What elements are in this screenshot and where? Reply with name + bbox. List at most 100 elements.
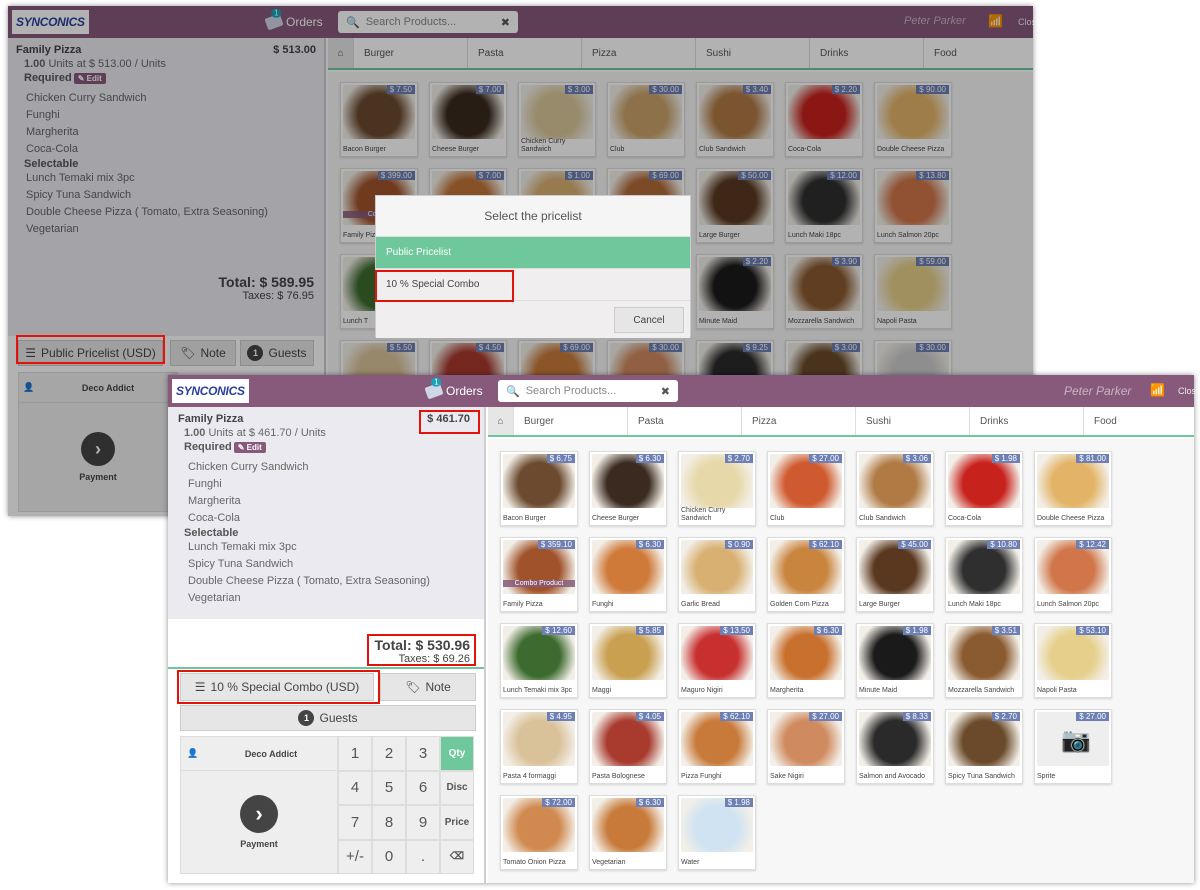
product-name: Pizza Funghi — [681, 773, 722, 780]
user-icon: 👤 — [187, 748, 199, 758]
order-panel: Family Pizza $ 461.70 1.00 Units at $ 46… — [168, 407, 486, 883]
product-card[interactable]: $ 72.00 Tomato Onion Pizza — [500, 795, 578, 870]
numpad-key[interactable]: 1 — [338, 736, 372, 771]
dialog-title: Select the pricelist — [376, 196, 690, 236]
numpad-key[interactable]: 3 — [406, 736, 440, 771]
product-card[interactable]: $ 359.10 Combo Product Family Pizza — [500, 537, 578, 612]
product-price: $ 6.30 — [635, 798, 664, 807]
product-card[interactable]: $ 2.70 Chicken Curry Sandwich — [678, 451, 756, 526]
product-price: $ 10.80 — [987, 540, 1020, 549]
numpad-key[interactable]: 9 — [406, 805, 440, 840]
product-price: $ 4.05 — [635, 712, 664, 721]
product-card[interactable]: $ 13.50 Maguro Nigiri — [678, 623, 756, 698]
numpad-key[interactable]: 6 — [406, 770, 440, 805]
camera-icon: 📷 — [1061, 727, 1091, 754]
product-card[interactable]: $ 5.85 Maggi — [589, 623, 667, 698]
product-name: Mozzarella Sandwich — [948, 687, 1015, 694]
product-card[interactable]: $ 3.06 Club Sandwich — [856, 451, 934, 526]
search-icon: 🔍 — [506, 385, 520, 398]
panel-divider — [168, 667, 484, 669]
product-card[interactable]: $ 53.10 Napoli Pasta — [1034, 623, 1112, 698]
arrow-right-icon: › — [240, 795, 278, 833]
category-food[interactable]: Food — [1084, 407, 1174, 435]
product-price: $ 6.30 — [635, 454, 664, 463]
orders-button[interactable]: 1 Orders — [424, 377, 483, 400]
product-grid: $ 6.75 Bacon Burger $ 6.30 Cheese Burger $ 2… — [488, 439, 1194, 883]
search-input[interactable]: 🔍 Search Products... ✖ — [498, 380, 678, 402]
pricelist-option-public[interactable]: Public Pricelist — [376, 236, 690, 268]
required-label: Required ✎ Edit — [178, 441, 474, 453]
category-sushi[interactable]: Sushi — [856, 407, 970, 435]
product-name: Salmon and Avocado — [859, 773, 926, 780]
numpad-key[interactable]: Price — [440, 805, 474, 840]
product-card[interactable]: $ 3.51 Mozzarella Sandwich — [945, 623, 1023, 698]
category-pasta[interactable]: Pasta — [628, 407, 742, 435]
product-card[interactable]: $ 4.95 Pasta 4 formaggi — [500, 709, 578, 784]
product-name: Spicy Tuna Sandwich — [948, 773, 1015, 780]
product-card[interactable]: $ 6.30 Funghi — [589, 537, 667, 612]
product-name: Napoli Pasta — [1037, 687, 1077, 694]
taxes: Taxes: $ 69.26 — [398, 653, 470, 665]
numpad-key[interactable]: ⌫ — [440, 839, 474, 874]
pricelist-option-combo[interactable]: 10 % Special Combo — [376, 268, 690, 300]
pricelist-button[interactable]: ☰ 10 % Special Combo (USD) — [180, 673, 374, 701]
product-card[interactable]: $ 0.90 Garlic Bread — [678, 537, 756, 612]
order-lines: Family Pizza $ 461.70 1.00 Units at $ 46… — [168, 407, 484, 619]
payment-button[interactable]: › Payment — [181, 771, 337, 873]
product-card[interactable]: 📷 $ 27.00 Sprite — [1034, 709, 1112, 784]
product-name: Water — [681, 859, 700, 866]
product-price: $ 62.10 — [720, 712, 753, 721]
category-burger[interactable]: Burger — [514, 407, 628, 435]
product-price: $ 1.98 — [724, 798, 753, 807]
wifi-icon: 📶 — [1150, 383, 1165, 397]
product-card[interactable]: $ 6.30 Cheese Burger — [589, 451, 667, 526]
edit-button[interactable]: ✎ Edit — [233, 442, 266, 453]
numpad-key[interactable]: 4 — [338, 770, 372, 805]
product-card[interactable]: $ 27.00 Sake Nigiri — [767, 709, 845, 784]
guests-button[interactable]: 1 Guests — [180, 705, 476, 731]
numpad-key[interactable]: 8 — [372, 805, 406, 840]
product-card[interactable]: $ 81.00 Double Cheese Pizza — [1034, 451, 1112, 526]
product-card[interactable]: $ 1.98 Coca-Cola — [945, 451, 1023, 526]
numpad-key[interactable]: 5 — [372, 770, 406, 805]
cancel-button[interactable]: Cancel — [614, 307, 684, 333]
numpad-key[interactable]: 7 — [338, 805, 372, 840]
customer-button[interactable]: 👤 Deco Addict — [181, 737, 337, 771]
note-button[interactable]: 🏷 Note — [380, 673, 476, 701]
product-name: Chicken Curry Sandwich — [681, 507, 726, 522]
product-card[interactable]: $ 4.05 Pasta Bolognese — [589, 709, 667, 784]
product-name: Pasta 4 formaggi — [503, 773, 556, 780]
product-card[interactable]: $ 12.60 Lunch Temaki mix 3pc — [500, 623, 578, 698]
product-card[interactable]: $ 2.70 Spicy Tuna Sandwich — [945, 709, 1023, 784]
clear-icon[interactable]: ✖ — [661, 385, 670, 398]
product-name: Vegetarian — [592, 859, 626, 866]
product-card[interactable]: $ 6.30 Margherita — [767, 623, 845, 698]
product-card[interactable]: $ 62.10 Golden Corn Pizza — [767, 537, 845, 612]
product-price: $ 8.33 — [902, 712, 931, 721]
product-price: $ 6.30 — [813, 626, 842, 635]
category-drinks[interactable]: Drinks — [970, 407, 1084, 435]
product-card[interactable]: $ 8.33 Salmon and Avocado — [856, 709, 934, 784]
numpad-key[interactable]: Qty — [440, 736, 474, 771]
numpad-key[interactable]: +/- — [338, 839, 372, 874]
product-card[interactable]: $ 1.98 Water — [678, 795, 756, 870]
numpad-key[interactable]: 0 — [372, 839, 406, 874]
orderline-qty: 1.00 Units at $ 461.70 / Units — [184, 427, 326, 439]
numpad-key[interactable]: Disc — [440, 770, 474, 805]
close-button[interactable]: Clos — [1178, 386, 1196, 396]
product-price: $ 2.70 — [991, 712, 1020, 721]
product-card[interactable]: $ 6.30 Vegetarian — [589, 795, 667, 870]
numpad-key[interactable]: . — [406, 839, 440, 874]
home-icon[interactable]: ⌂ — [488, 407, 514, 435]
product-card[interactable]: $ 12.42 Lunch Salmon 20pc — [1034, 537, 1112, 612]
guests-count: 1 — [298, 710, 315, 726]
product-name: Funghi — [592, 601, 614, 608]
numpad-key[interactable]: 2 — [372, 736, 406, 771]
product-card[interactable]: $ 10.80 Lunch Maki 18pc — [945, 537, 1023, 612]
product-card[interactable]: $ 27.00 Club — [767, 451, 845, 526]
product-card[interactable]: $ 62.10 Pizza Funghi — [678, 709, 756, 784]
category-pizza[interactable]: Pizza — [742, 407, 856, 435]
product-card[interactable]: $ 45.00 Large Burger — [856, 537, 934, 612]
product-card[interactable]: $ 1.98 Minute Maid — [856, 623, 934, 698]
product-card[interactable]: $ 6.75 Bacon Burger — [500, 451, 578, 526]
